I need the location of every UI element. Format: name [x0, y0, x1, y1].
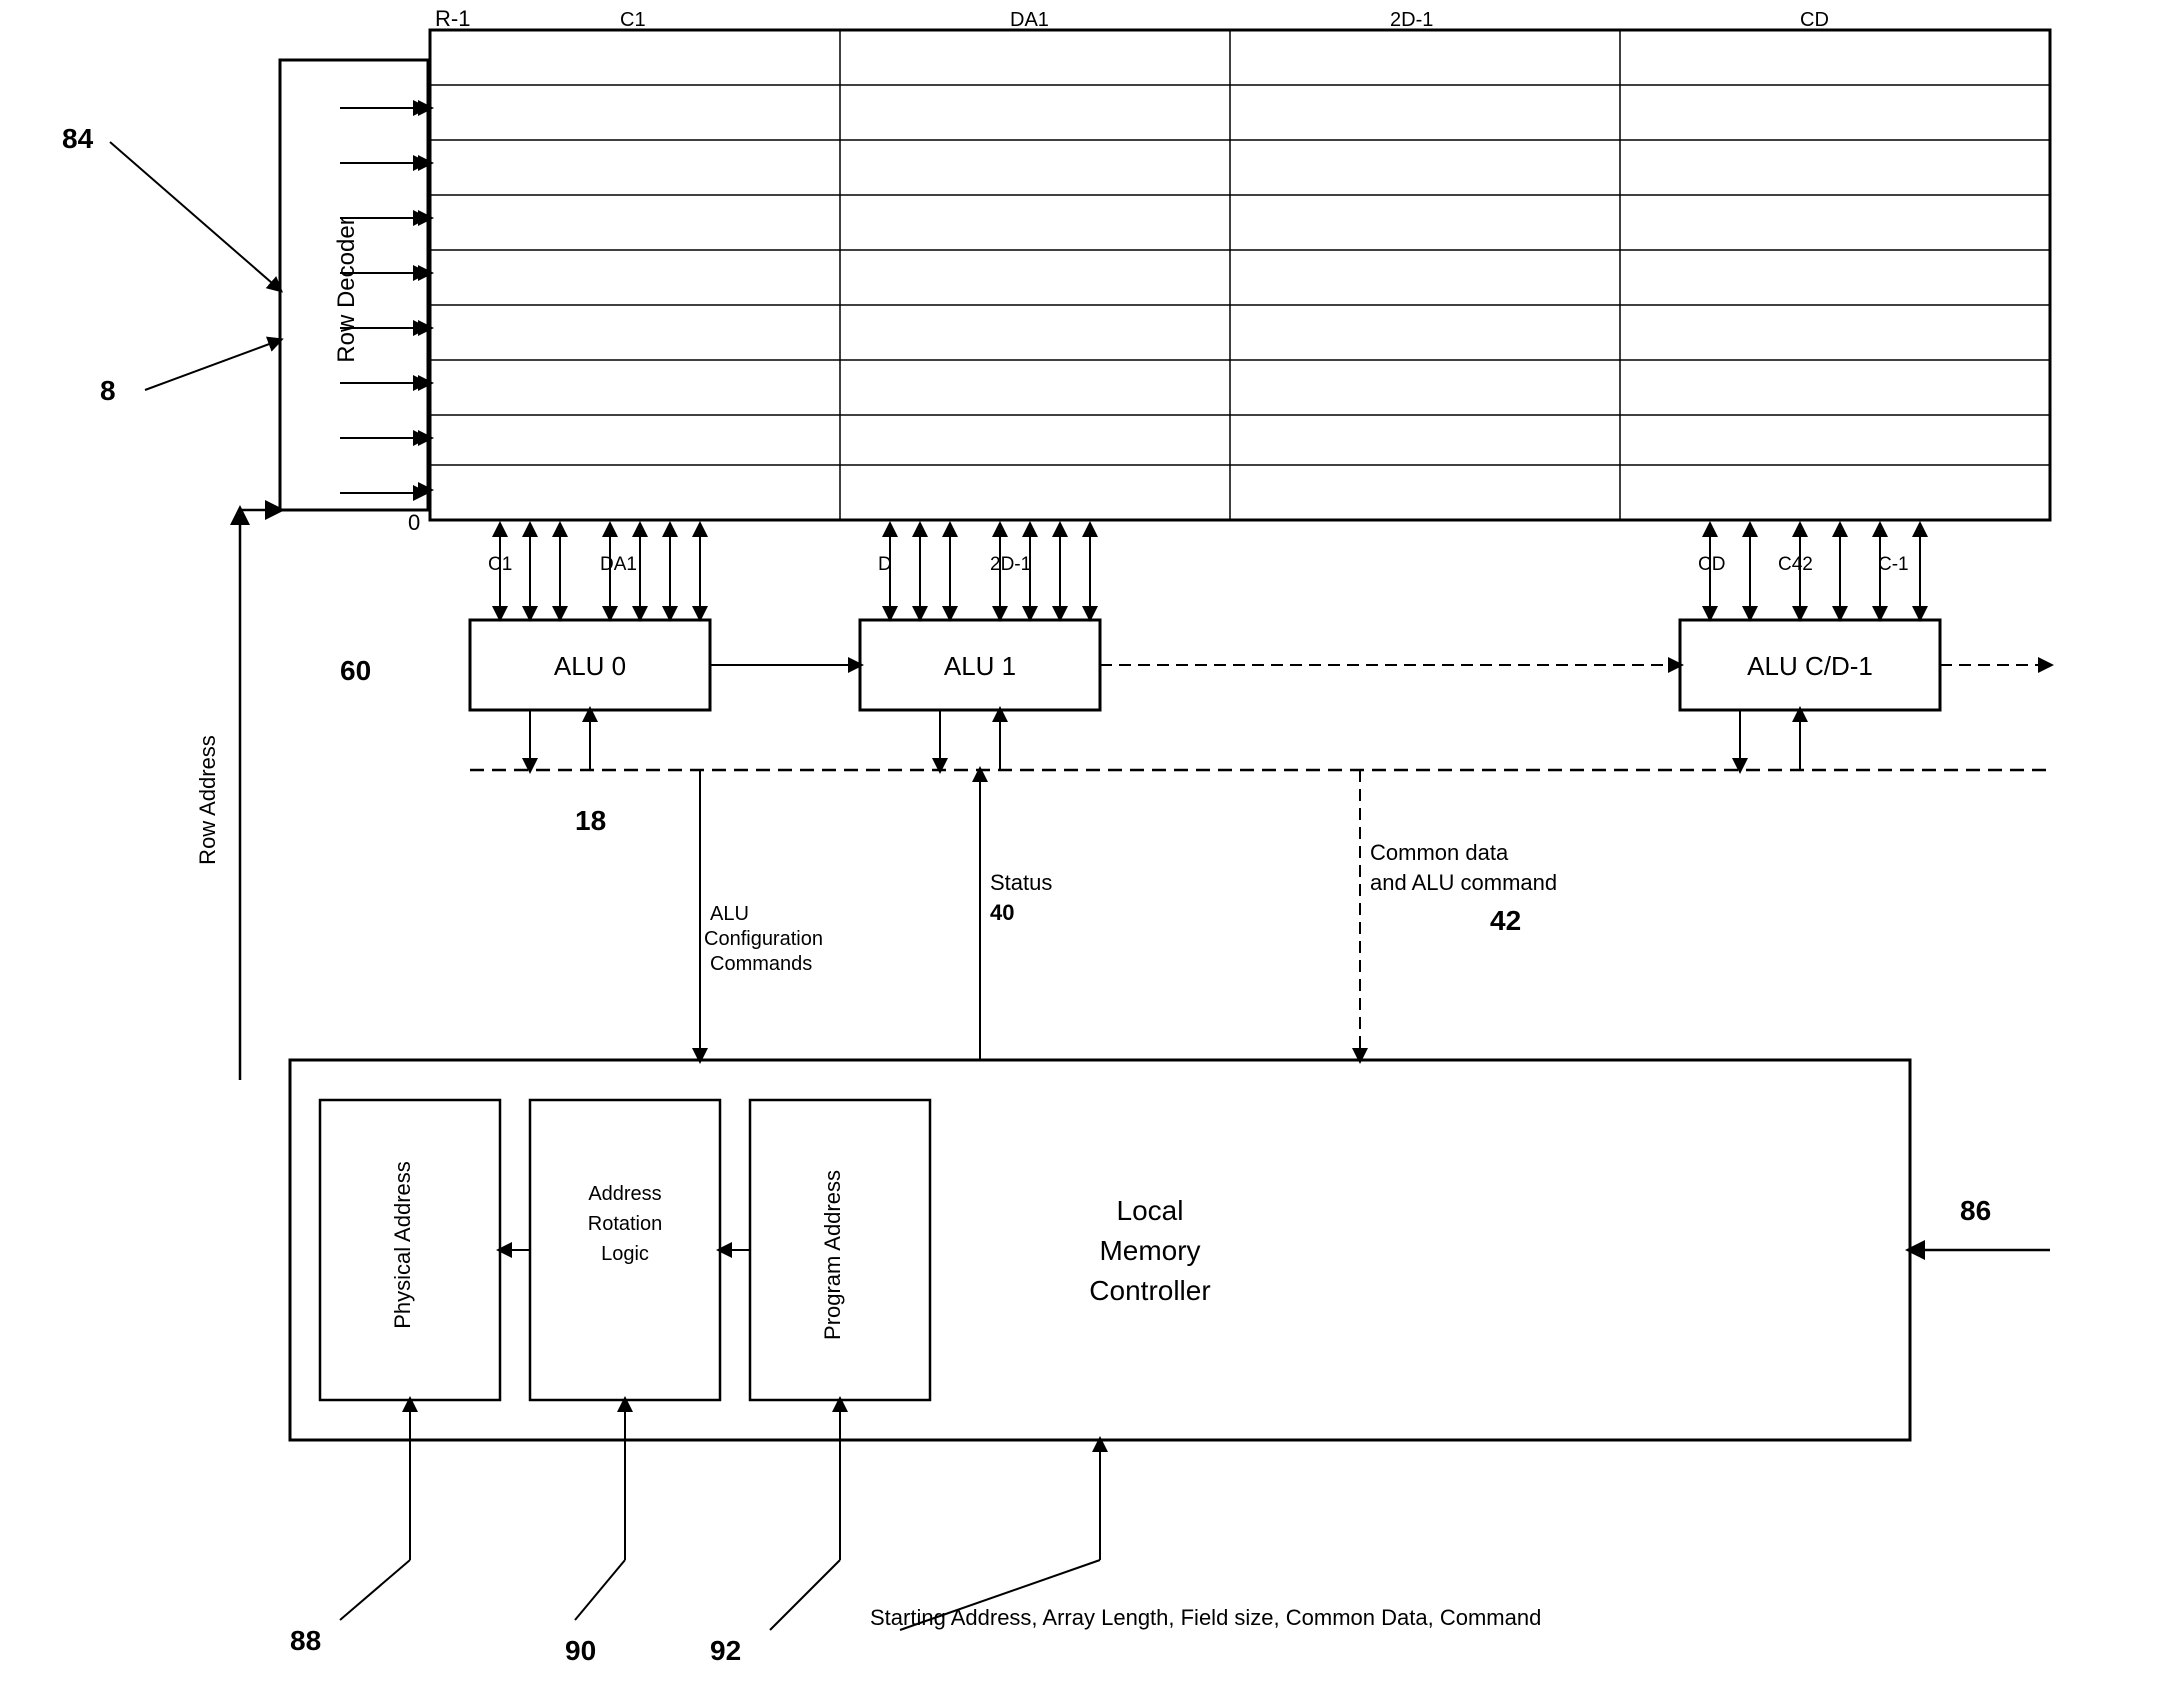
svg-text:18: 18 [575, 805, 606, 836]
svg-text:88: 88 [290, 1625, 321, 1656]
diagram: R-1 0 C1 DA1 2D-1 CD Row Decoder ALU 0 A… [0, 0, 2163, 1701]
svg-text:Common data: Common data [1370, 840, 1509, 865]
svg-text:C1: C1 [620, 9, 646, 31]
svg-text:C42: C42 [1778, 554, 1813, 575]
svg-text:84: 84 [62, 123, 94, 154]
svg-text:42: 42 [1490, 905, 1521, 936]
svg-text:90: 90 [565, 1635, 596, 1666]
svg-text:Status: Status [990, 870, 1052, 895]
svg-text:Row Address: Row Address [195, 735, 220, 865]
svg-text:DA1: DA1 [600, 554, 637, 575]
svg-text:Starting Address, Array Length: Starting Address, Array Length, Field si… [870, 1605, 1541, 1630]
svg-text:and ALU command: and ALU command [1370, 870, 1557, 895]
svg-text:Controller: Controller [1089, 1275, 1210, 1306]
svg-text:D: D [878, 554, 892, 575]
svg-text:Address: Address [588, 1183, 661, 1205]
svg-text:2D-1: 2D-1 [990, 554, 1031, 575]
svg-text:60: 60 [340, 655, 371, 686]
svg-text:Row Decoder: Row Decoder [333, 217, 360, 362]
svg-text:ALU 1: ALU 1 [944, 651, 1016, 681]
svg-text:Physical Address: Physical Address [390, 1161, 415, 1329]
svg-text:CD: CD [1698, 554, 1725, 575]
svg-text:ALU C/D-1: ALU C/D-1 [1747, 651, 1873, 681]
svg-text:ALU: ALU [710, 903, 749, 925]
svg-text:40: 40 [990, 900, 1014, 925]
svg-text:CD: CD [1800, 9, 1829, 31]
svg-text:ALU 0: ALU 0 [554, 651, 626, 681]
svg-text:2D-1: 2D-1 [1390, 9, 1433, 31]
svg-text:Local: Local [1117, 1195, 1184, 1226]
svg-text:Logic: Logic [601, 1243, 649, 1265]
svg-text:92: 92 [710, 1635, 741, 1666]
svg-text:C1: C1 [488, 554, 512, 575]
row-0-label: 0 [408, 510, 420, 535]
svg-text:C-1: C-1 [1878, 554, 1909, 575]
svg-text:Commands: Commands [710, 953, 812, 975]
svg-text:Rotation: Rotation [588, 1213, 663, 1235]
svg-text:Program Address: Program Address [820, 1170, 845, 1340]
row-r1-label: R-1 [435, 6, 470, 31]
svg-text:Configuration: Configuration [704, 928, 823, 950]
svg-text:8: 8 [100, 375, 116, 406]
svg-text:Memory: Memory [1099, 1235, 1200, 1266]
svg-text:DA1: DA1 [1010, 9, 1049, 31]
svg-text:86: 86 [1960, 1195, 1991, 1226]
